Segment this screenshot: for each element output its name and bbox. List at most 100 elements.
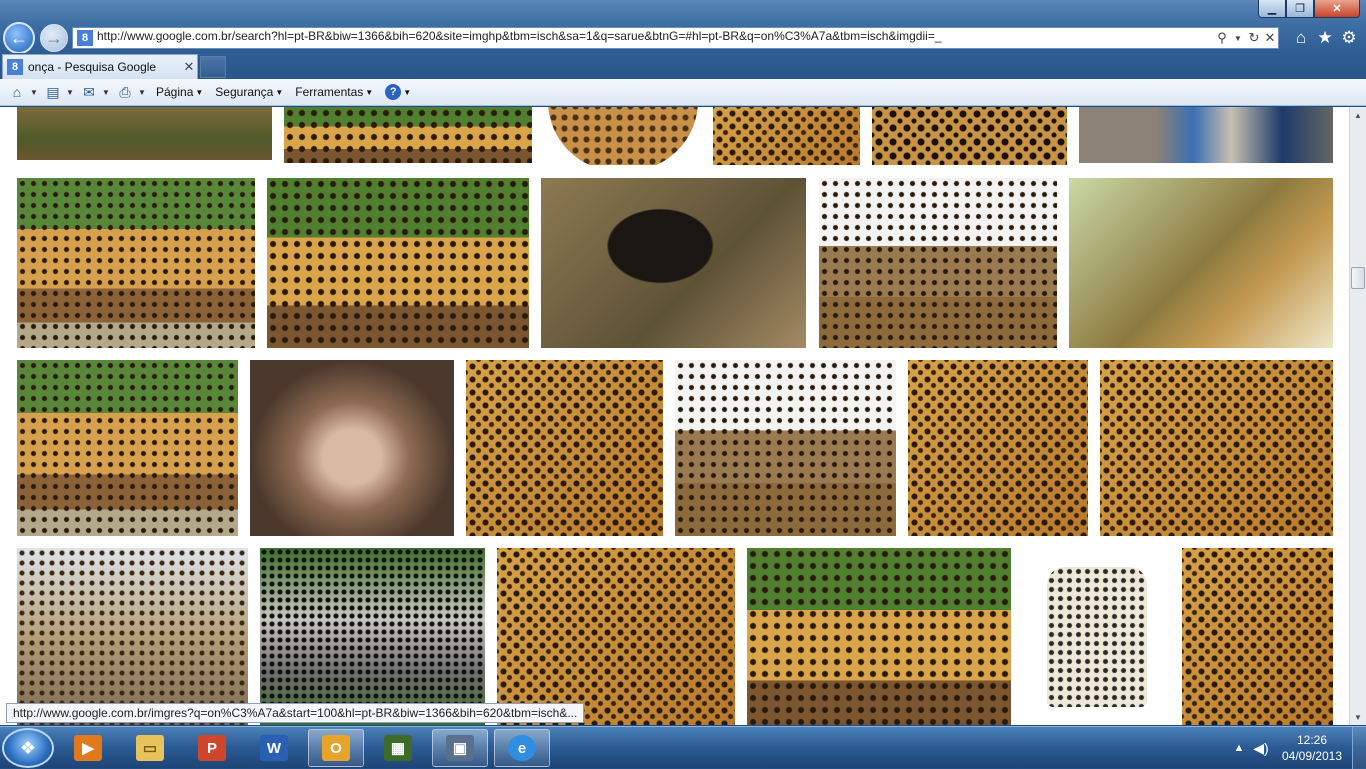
image-r1-3[interactable] <box>819 178 1057 348</box>
tab-onca-search[interactable]: 8 onça - Pesquisa Google ✕ <box>2 54 198 79</box>
image-r0-4[interactable] <box>872 107 1067 165</box>
dropdown-arrow-icon[interactable]: ▼ <box>1230 29 1246 47</box>
stop-icon[interactable]: ✕ <box>1262 29 1278 47</box>
outlook-icon: O <box>322 735 350 761</box>
menu-pagina-label: Página <box>156 85 194 99</box>
image-r0-5[interactable] <box>1079 107 1333 163</box>
image-r1-4[interactable] <box>1069 178 1333 348</box>
favorites-star-icon[interactable]: ★ <box>1314 27 1336 49</box>
image-r3-3[interactable] <box>747 548 1011 725</box>
command-bar: ⌂ ▼ ▤ ▼ ✉ ▼ ⎙ ▼ Página ▼ Segurança ▼ Ferra… <box>0 79 1366 106</box>
maximize-button[interactable]: ❐ <box>1286 0 1314 18</box>
jacket-shape <box>1046 566 1147 707</box>
feeds-icon[interactable]: ▤ <box>44 84 62 101</box>
menu-ferramentas[interactable]: Ferramentas ▼ <box>295 85 373 99</box>
menu-ferramentas-label: Ferramentas <box>295 85 364 99</box>
forward-arrow-icon: → <box>45 27 63 48</box>
spreadsheet-app-icon: ▦ <box>384 735 412 761</box>
tab-title: onça - Pesquisa Google <box>28 60 157 74</box>
scroll-up-icon[interactable]: ▲ <box>1350 107 1366 123</box>
image-r2-3[interactable] <box>675 360 896 536</box>
browser-titlebar: ▁ ❐ ✕ ← → 8 http://www.google.com.br/sea… <box>0 0 1366 54</box>
taskbar-network-app[interactable]: ▣ <box>432 729 488 767</box>
windows-logo-icon: ❖ <box>19 737 37 758</box>
show-hidden-icons-icon[interactable]: ▲ <box>1228 742 1250 754</box>
clock-time: 12:26 <box>1296 733 1328 747</box>
folder-icon: ▭ <box>136 735 164 761</box>
minimize-button[interactable]: ▁ <box>1258 0 1286 18</box>
window-controls: ▁ ❐ ✕ <box>1258 0 1360 18</box>
image-r0-1[interactable] <box>284 107 532 163</box>
image-r1-1[interactable] <box>267 178 529 348</box>
taskbar-powerpoint[interactable]: P <box>184 729 240 767</box>
search-icon[interactable]: ⚲ <box>1214 29 1230 47</box>
scroll-thumb[interactable] <box>1351 267 1365 289</box>
tab-close-icon[interactable]: ✕ <box>181 59 197 75</box>
image-r0-3[interactable] <box>713 107 860 165</box>
refresh-icon[interactable]: ↻ <box>1246 29 1262 47</box>
new-tab-button[interactable] <box>200 56 226 78</box>
chevron-down-icon[interactable]: ▼ <box>30 88 40 97</box>
computer-icon: ▣ <box>446 735 474 761</box>
system-tray: ▲ ◀) 12:26 04/09/2013 <box>1228 727 1366 769</box>
menu-seguranca[interactable]: Segurança ▼ <box>215 85 283 99</box>
chevron-down-icon: ▼ <box>275 87 284 97</box>
home-icon[interactable]: ⌂ <box>8 84 26 100</box>
image-r1-0[interactable] <box>17 178 255 348</box>
taskbar-app-green[interactable]: ▦ <box>370 729 426 767</box>
menu-seguranca-label: Segurança <box>215 85 274 99</box>
ball-shape <box>548 107 698 165</box>
taskbar-outlook[interactable]: O <box>308 729 364 767</box>
taskbar-explorer[interactable]: ▭ <box>122 729 178 767</box>
image-r2-5[interactable] <box>1100 360 1333 536</box>
start-button[interactable]: ❖ <box>2 728 54 768</box>
home-icon[interactable]: ⌂ <box>1290 27 1312 49</box>
menu-pagina[interactable]: Página ▼ <box>156 85 203 99</box>
taskbar-word[interactable]: W <box>246 729 302 767</box>
forward-button[interactable]: → <box>40 24 68 52</box>
mail-icon[interactable]: ✉ <box>80 84 98 101</box>
clock-date: 04/09/2013 <box>1281 749 1343 763</box>
back-button[interactable]: ← <box>3 22 35 54</box>
image-r2-0[interactable] <box>17 360 238 536</box>
taskbar-internet-explorer[interactable]: e <box>494 729 550 767</box>
image-r1-2[interactable] <box>541 178 806 348</box>
chevron-down-icon[interactable]: ▼ <box>66 88 76 97</box>
image-results <box>0 107 1349 725</box>
show-desktop-button[interactable] <box>1352 727 1366 769</box>
print-icon[interactable]: ⎙ <box>116 84 134 101</box>
image-r0-2[interactable] <box>545 107 701 165</box>
google-favicon-icon: 8 <box>77 30 93 46</box>
status-url-tooltip: http://www.google.com.br/imgres?q=on%C3%… <box>6 703 585 723</box>
taskbar-media-player[interactable]: ▶ <box>60 729 116 767</box>
image-r3-5[interactable] <box>1182 548 1333 725</box>
vertical-scrollbar[interactable]: ▲ ▼ <box>1349 107 1366 725</box>
volume-icon[interactable]: ◀) <box>1250 740 1272 757</box>
address-input[interactable]: http://www.google.com.br/search?hl=pt-BR… <box>97 29 1214 47</box>
back-arrow-icon: ← <box>10 27 28 48</box>
tools-gear-icon[interactable]: ⚙ <box>1338 27 1360 49</box>
image-r2-1[interactable] <box>250 360 454 536</box>
help-icon: ? <box>385 84 402 100</box>
chevron-down-icon[interactable]: ▼ <box>102 88 112 97</box>
media-player-icon: ▶ <box>74 735 102 761</box>
image-r0-0[interactable] <box>17 107 272 160</box>
chevron-down-icon: ▼ <box>195 87 204 97</box>
menu-help[interactable]: ? ▼ <box>385 84 411 100</box>
close-button[interactable]: ✕ <box>1314 0 1360 18</box>
image-r3-2[interactable] <box>497 548 735 725</box>
google-favicon-icon: 8 <box>7 59 23 75</box>
image-r3-1[interactable] <box>260 548 485 725</box>
image-r2-2[interactable] <box>466 360 663 536</box>
powerpoint-icon: P <box>198 735 226 761</box>
chevron-down-icon: ▼ <box>403 87 412 97</box>
internet-explorer-icon: e <box>508 735 536 761</box>
scroll-down-icon[interactable]: ▼ <box>1350 709 1366 725</box>
chevron-down-icon[interactable]: ▼ <box>138 88 148 97</box>
clock[interactable]: 12:26 04/09/2013 <box>1272 732 1352 764</box>
image-r3-4[interactable] <box>1023 548 1170 725</box>
address-bar[interactable]: 8 http://www.google.com.br/search?hl=pt-… <box>72 27 1279 49</box>
image-r2-4[interactable] <box>908 360 1088 536</box>
image-r3-0[interactable] <box>17 548 248 725</box>
chevron-down-icon: ▼ <box>365 87 374 97</box>
